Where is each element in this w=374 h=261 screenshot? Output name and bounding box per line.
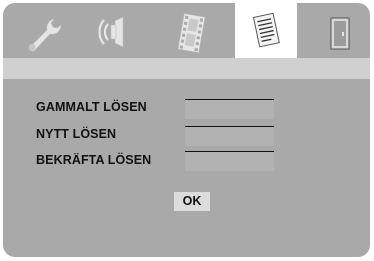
exit-door-icon — [330, 17, 350, 50]
tab-preferences[interactable] — [235, 3, 297, 58]
old-password-field[interactable] — [185, 99, 274, 119]
tab-general-setup[interactable] — [3, 3, 75, 58]
menu-title-bar — [3, 58, 370, 79]
setup-menu-screen: GAMMALT LÖSEN NYTT LÖSEN BEKRÄFTA LÖSEN … — [3, 3, 370, 257]
new-password-label: NYTT LÖSEN — [36, 127, 117, 141]
speaker-icon — [98, 16, 124, 48]
tab-video-setup[interactable] — [147, 3, 219, 58]
confirm-password-field[interactable] — [185, 151, 274, 171]
tab-exit[interactable] — [303, 3, 370, 58]
ok-button[interactable]: OK — [174, 192, 210, 211]
menu-tab-bar — [3, 3, 370, 58]
tab-audio-setup[interactable] — [75, 3, 147, 58]
document-icon — [252, 12, 280, 48]
new-password-field[interactable] — [185, 126, 274, 146]
wrench-icon — [28, 18, 62, 52]
confirm-password-label: BEKRÄFTA LÖSEN — [36, 153, 152, 167]
film-icon — [177, 13, 206, 53]
old-password-label: GAMMALT LÖSEN — [36, 100, 147, 114]
